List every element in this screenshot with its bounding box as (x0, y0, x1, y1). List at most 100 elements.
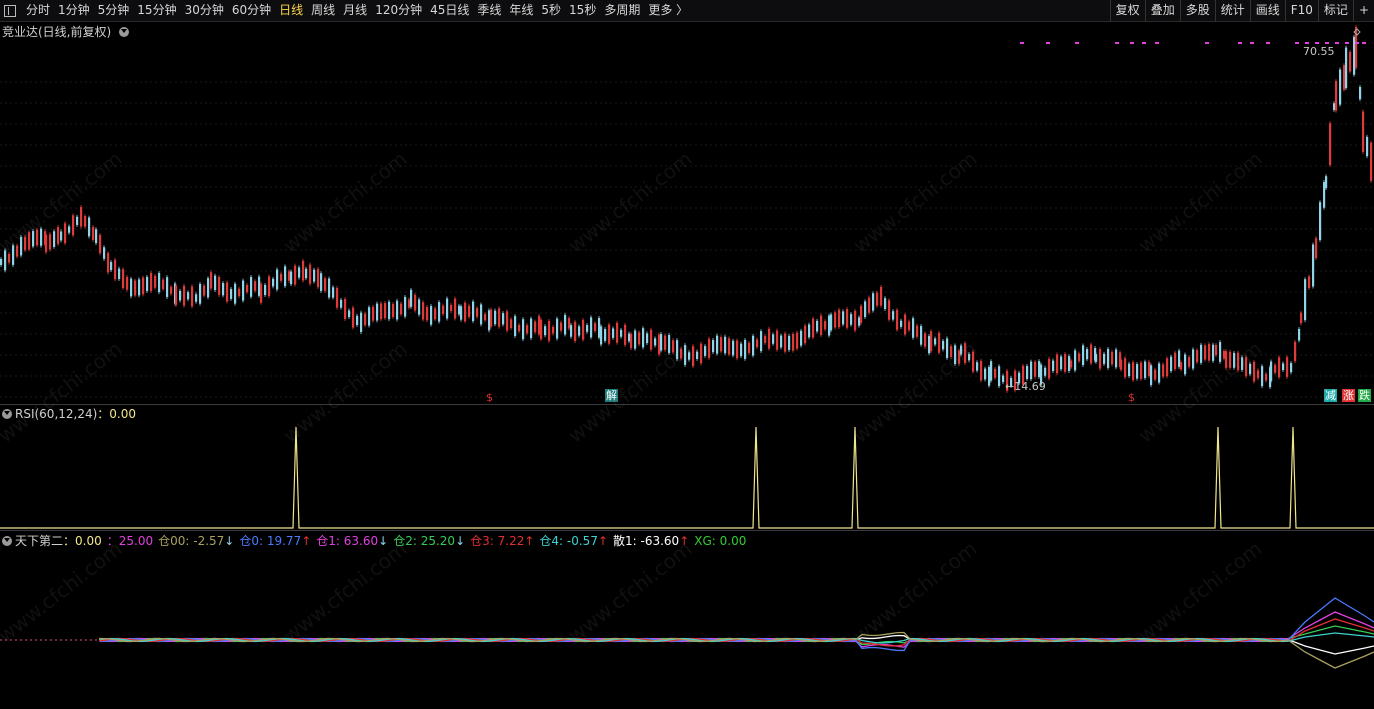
candle-body (776, 330, 779, 350)
candle-body (654, 338, 657, 346)
candle-body (538, 315, 541, 335)
signal-dot (1315, 42, 1319, 44)
candle-body (1270, 361, 1273, 382)
candle-body (934, 338, 937, 345)
high-price-label: 70.55 (1303, 45, 1335, 58)
candle-body (356, 315, 359, 325)
candle-body (494, 310, 497, 325)
candle-body (1170, 356, 1173, 372)
candle-body (930, 331, 933, 352)
timeframe-0[interactable]: 分时 (22, 0, 54, 21)
candle-body (522, 319, 525, 340)
timeframe-16[interactable]: 更多 〉 (644, 0, 692, 21)
candle-body (1274, 364, 1277, 373)
toolbar-btn-0[interactable]: 复权 (1109, 0, 1145, 21)
candle-body (422, 302, 425, 320)
candle-body (187, 292, 190, 300)
candle-body (1074, 350, 1077, 371)
toolbar-btn-4[interactable]: 画线 (1249, 0, 1285, 21)
timeframe-4[interactable]: 30分钟 (181, 0, 228, 21)
indicator-name: 天下第二 (15, 534, 64, 548)
toolbar-btn-5[interactable]: F10 (1284, 0, 1318, 21)
candle-body (1086, 349, 1089, 360)
candle-body (260, 283, 263, 303)
timeframe-10[interactable]: 45日线 (426, 0, 473, 21)
timeframe-15[interactable]: 多周期 (600, 0, 644, 21)
candle-body (740, 343, 743, 357)
candle-body (752, 335, 755, 356)
toolbar-btn-2[interactable]: 多股 (1179, 0, 1215, 21)
candle-body (1319, 202, 1322, 241)
candle-body (552, 326, 555, 334)
low-price-label: ←14.69 (1004, 380, 1047, 393)
candle-body (990, 361, 993, 381)
candle-body (630, 334, 633, 349)
candle-body (646, 333, 649, 344)
candle-body (760, 331, 763, 352)
candle-body (294, 265, 297, 285)
candle-body (410, 289, 413, 307)
candle-body (1300, 312, 1303, 324)
candle-body (107, 253, 110, 273)
candle-body (344, 298, 347, 319)
candle-body (276, 269, 279, 290)
low-price-value: 14.69 (1014, 380, 1046, 393)
candle-body (1349, 52, 1352, 72)
candle-body (728, 338, 731, 355)
signal-dollar-2: $ (1128, 391, 1135, 404)
candle-body (199, 283, 202, 304)
candle-body (222, 283, 225, 296)
candle-body (336, 288, 339, 308)
candle-body (95, 229, 98, 244)
candle-body (1144, 361, 1147, 378)
toolbar-right-buttons: 复权 叠加 多股 统计 画线 F10 标记 + (1109, 0, 1374, 21)
timeframe-6[interactable]: 日线 (275, 0, 307, 21)
timeframe-2[interactable]: 5分钟 (94, 0, 134, 21)
candle-body (1150, 365, 1153, 386)
candle-body (1353, 36, 1356, 75)
candle-body (400, 303, 403, 315)
timeframe-11[interactable]: 季线 (473, 0, 505, 21)
candle-body (1095, 354, 1098, 362)
timeframe-12[interactable]: 年线 (505, 0, 537, 21)
sidebar-toggle-icon[interactable] (4, 4, 16, 17)
signal-dot (1142, 42, 1146, 44)
candle-body (1070, 360, 1073, 368)
timeframe-14[interactable]: 15秒 (565, 0, 600, 21)
legend-arrow-4: ↓ (455, 534, 466, 548)
candle-body (268, 276, 271, 297)
candle-body (1052, 360, 1055, 372)
timeframe-5[interactable]: 60分钟 (228, 0, 275, 21)
timeframe-13[interactable]: 5秒 (537, 0, 565, 21)
candle-body (454, 298, 457, 319)
candle-body (1304, 279, 1307, 321)
candle-body (392, 303, 395, 318)
toolbar-btn-3[interactable]: 统计 (1214, 0, 1250, 21)
candle-body (1315, 238, 1318, 259)
candle-body (900, 320, 903, 327)
candle-body (226, 282, 229, 302)
candle-body (53, 231, 56, 247)
timeframe-1[interactable]: 1分钟 (54, 0, 94, 21)
candle-body (1090, 344, 1093, 364)
toolbar-btn-6[interactable]: 标记 (1317, 0, 1353, 21)
candle-body (530, 318, 533, 339)
candle-body (426, 306, 429, 321)
chevron-down-icon[interactable] (2, 536, 12, 546)
candle-body (317, 268, 320, 288)
candle-body (908, 321, 911, 331)
candle-body (1204, 345, 1207, 360)
timeframe-3[interactable]: 15分钟 (133, 0, 180, 21)
toolbar-btn-1[interactable]: 叠加 (1144, 0, 1180, 21)
toolbar-btn-7[interactable]: + (1352, 0, 1374, 21)
candle-body (99, 234, 102, 254)
timeframe-7[interactable]: 周线 (307, 0, 339, 21)
candle-body (660, 334, 663, 351)
legend-item-5: 仓3: 7.22 (470, 534, 525, 548)
candle-body (1136, 364, 1139, 379)
candle-body (0, 259, 3, 265)
timeframe-8[interactable]: 月线 (339, 0, 371, 21)
timeframe-9[interactable]: 120分钟 (371, 0, 426, 21)
legend-arrow-5: ↑ (524, 534, 535, 548)
candle-body (404, 296, 407, 317)
